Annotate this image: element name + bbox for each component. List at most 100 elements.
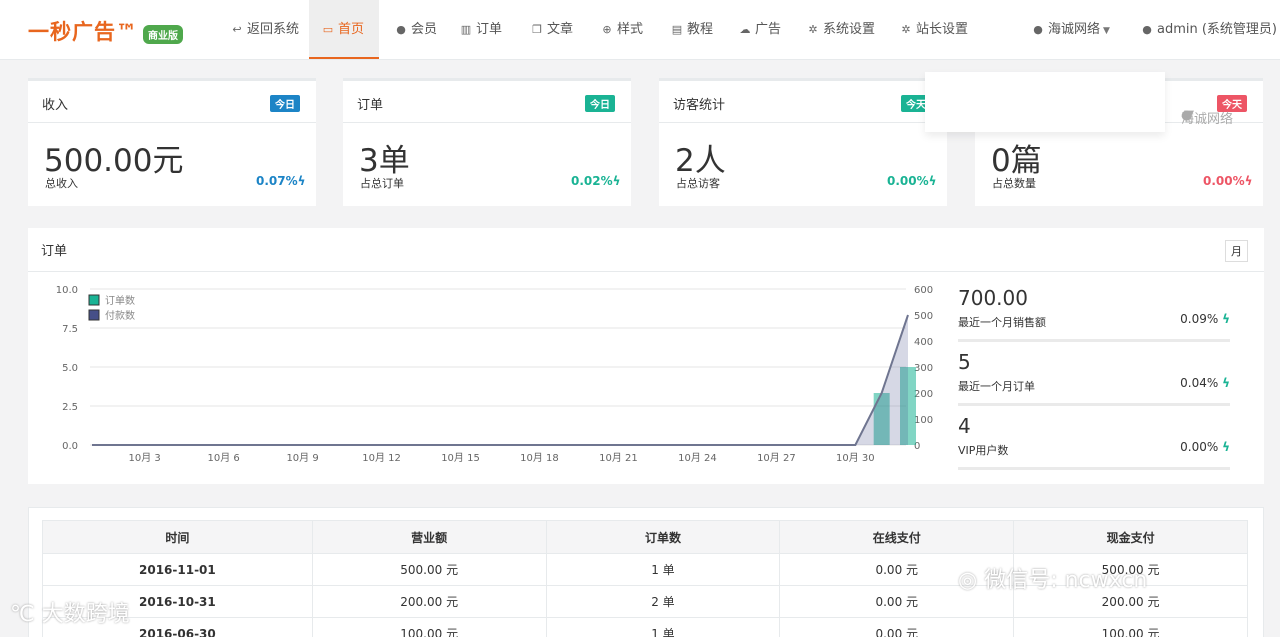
card-percent: 0.07%ϟ <box>256 174 306 188</box>
nav-orders[interactable]: ▥ 订单 <box>455 0 506 59</box>
bolt-icon: ϟ <box>928 174 937 188</box>
nav-webmaster-settings[interactable]: ✲ 站长设置 <box>895 0 972 59</box>
legend-swatch <box>88 294 100 306</box>
side-stat-sales: 700.00 最近一个月销售额 0.09% ϟ <box>958 286 1230 342</box>
y-left-tick-label: 2.5 <box>62 402 78 413</box>
nav-articles[interactable]: ❐ 文章 <box>526 0 577 59</box>
visitors-card: 访客统计 今天 2人 占总访客 0.00%ϟ <box>659 78 947 206</box>
bolt-icon: ϟ <box>612 174 621 188</box>
wechat-icon: ◎ <box>958 568 985 593</box>
area-fill <box>92 315 908 445</box>
table-row: 2016-06-30 100.00 元 1 单 0.00 元 100.00 元 <box>42 617 1248 637</box>
cell-orders: 1 单 <box>545 617 781 637</box>
col-date[interactable]: 时间 <box>42 520 313 554</box>
user-menu[interactable]: ●admin (系统管理员)▼ <box>1136 0 1280 59</box>
y-right-tick-label: 500 <box>914 311 933 322</box>
nav-system-settings[interactable]: ✲ 系统设置 <box>802 0 879 59</box>
reply-icon: ↩ <box>232 23 242 36</box>
bolt-icon: ϟ <box>1222 312 1230 326</box>
x-tick-label: 10月 27 <box>757 452 796 464</box>
x-tick-label: 10月 24 <box>678 452 717 464</box>
comments-icon: ☁ <box>739 23 751 36</box>
edition-badge: 商业版 <box>143 25 183 44</box>
logo-icon: ℃ <box>10 602 42 627</box>
bar-chart-icon: ▥ <box>460 23 472 36</box>
period-button[interactable]: 月 <box>1225 240 1248 262</box>
cell-revenue: 500.00 元 <box>311 553 547 586</box>
x-tick-label: 10月 18 <box>520 452 559 464</box>
y-right-tick-label: 400 <box>914 337 933 348</box>
legend-label: 付款数 <box>105 309 135 322</box>
col-revenue[interactable]: 营业额 <box>311 520 547 554</box>
nav-tutorials[interactable]: ▤ 教程 <box>666 0 717 59</box>
card-percent: 0.02%ϟ <box>571 174 621 188</box>
col-online[interactable]: 在线支付 <box>779 520 1015 554</box>
group-dropdown-menu[interactable]: ● 海诚网络 ▼ <box>925 72 1233 132</box>
card-title: 收入 <box>42 98 69 113</box>
cell-cash: 100.00 元 <box>1013 617 1248 637</box>
orders-chart: 0.02.55.07.510.0010020030040050060010月 3… <box>56 285 933 464</box>
book-icon: ▤ <box>671 23 683 36</box>
nav-ads[interactable]: ☁ 广告 <box>734 0 785 59</box>
watermark-right: ◎ 微信号: ncwxcn <box>958 568 1148 593</box>
bolt-icon: ϟ <box>1244 174 1253 188</box>
legend-label: 订单数 <box>105 294 135 307</box>
card-percent: 0.00%ϟ <box>887 174 937 188</box>
y-left-tick-label: 5.0 <box>62 363 78 374</box>
y-left-tick-label: 10.0 <box>56 285 78 296</box>
x-tick-label: 10月 30 <box>836 452 875 464</box>
nav-home[interactable]: ▭ 首页 <box>309 0 379 59</box>
side-stat-orders: 5 最近一个月订单 0.04% ϟ <box>958 350 1230 406</box>
nav-styles[interactable]: ⊕ 样式 <box>596 0 647 59</box>
orders-card: 订单 今日 3单 占总订单 0.02%ϟ <box>343 78 631 206</box>
side-stat-vip: 4 VIP用户数 0.00% ϟ <box>958 414 1230 470</box>
today-badge: 今日 <box>270 95 300 112</box>
caret-down-icon: ▼ <box>1103 26 1110 36</box>
x-tick-label: 10月 3 <box>129 452 161 464</box>
y-left-tick-label: 0.0 <box>62 441 78 452</box>
nav-members[interactable]: ● 会员 <box>390 0 441 59</box>
desktop-icon: ▭ <box>322 23 334 36</box>
side-stat-percent: 0.00% ϟ <box>1180 440 1230 454</box>
legend-swatch <box>88 309 100 321</box>
income-card: 收入 今日 500.00元 总收入 0.07%ϟ <box>28 78 316 206</box>
bolt-icon: ϟ <box>1222 376 1230 390</box>
bolt-icon: ϟ <box>297 174 306 188</box>
lifebuoy-icon: ⊕ <box>602 23 612 36</box>
x-tick-label: 10月 15 <box>441 452 480 464</box>
top-navbar: 一秒广告™ 商业版 ↩ 返回系统 ▭ 首页 ● 会员 ▥ 订单 ❐ 文章 ⊕ 样式 ▤ 教程 … <box>0 0 1280 60</box>
logo[interactable]: 一秒广告™ <box>28 16 138 46</box>
user-icon: ● <box>396 23 406 36</box>
group-menu[interactable]: ● 海诚网络 ▼ <box>1027 0 1114 59</box>
col-cash[interactable]: 现金支付 <box>1013 520 1248 554</box>
card-subtitle: 占总订单 <box>360 177 404 190</box>
col-orders[interactable]: 订单数 <box>545 520 781 554</box>
y-right-tick-label: 300 <box>914 363 933 374</box>
side-stat-label: VIP用户数 <box>958 444 1009 457</box>
side-stat-value: 700.00 <box>958 286 1028 310</box>
articles-value: 0篇 <box>991 143 1042 179</box>
card-subtitle: 总收入 <box>45 177 78 190</box>
y-left-tick-label: 7.5 <box>62 324 78 335</box>
cell-revenue: 100.00 元 <box>311 617 547 637</box>
card-subtitle: 占总访客 <box>676 177 720 190</box>
series-line <box>92 314 909 446</box>
cell-revenue: 200.00 元 <box>311 585 547 618</box>
nav-back-to-system[interactable]: ↩ 返回系统 <box>226 0 303 59</box>
side-stat-value: 5 <box>958 350 971 374</box>
side-stat-value: 4 <box>958 414 971 438</box>
cell-date: 2016-11-01 <box>42 553 313 586</box>
gear-icon: ✲ <box>901 23 911 36</box>
watermark-left: ℃ 大数跨境 <box>10 602 130 627</box>
x-tick-label: 10月 21 <box>599 452 638 464</box>
panel-title: 订单 <box>41 244 68 259</box>
orders-value: 3单 <box>359 143 410 179</box>
card-title: 访客统计 <box>673 98 726 113</box>
card-percent: 0.00%ϟ <box>1203 174 1253 188</box>
gear-icon: ✲ <box>808 23 818 36</box>
cell-online: 0.00 元 <box>779 617 1015 637</box>
users-icon: ● <box>1033 23 1043 36</box>
cell-orders: 2 单 <box>545 585 781 618</box>
visitors-value: 2人 <box>675 143 726 179</box>
card-subtitle: 占总数量 <box>992 177 1036 190</box>
